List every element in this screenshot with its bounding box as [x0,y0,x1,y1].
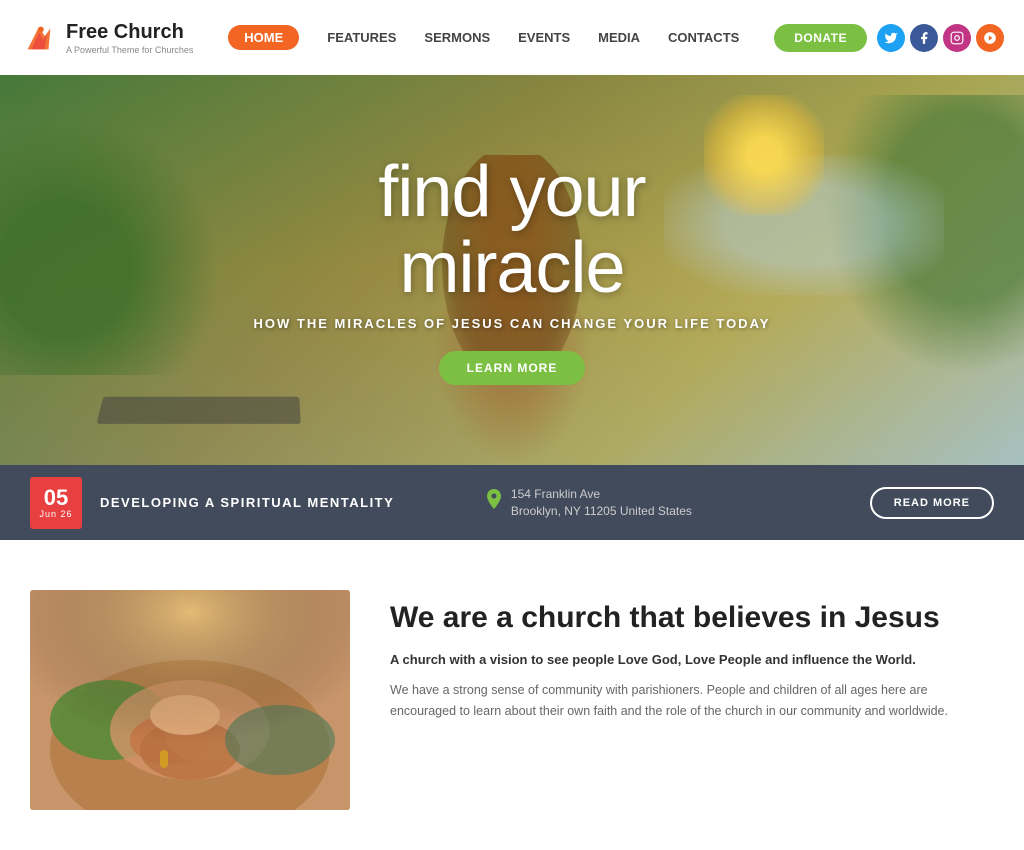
logo-icon [20,19,58,57]
about-image [30,590,350,810]
hero-subtitle: HOW THE MIRACLES OF JESUS CAN CHANGE YOU… [254,316,771,331]
about-section: We are a church that believes in Jesus A… [0,540,1024,850]
about-heading: We are a church that believes in Jesus [390,600,994,636]
nav-events[interactable]: EVENTS [518,26,570,49]
event-location: 154 Franklin Ave Brooklyn, NY 11205 Unit… [485,486,870,520]
learn-more-button[interactable]: LEARN MORE [439,351,586,385]
read-more-button[interactable]: READ MORE [870,487,994,519]
twitter-icon[interactable] [877,24,905,52]
nav-media[interactable]: MEDIA [598,26,640,49]
nav-features[interactable]: FEATURES [327,26,396,49]
about-body-text: We have a strong sense of community with… [390,680,994,723]
hero-section: find your miracle HOW THE MIRACLES OF JE… [0,75,1024,465]
nav-contacts[interactable]: CONTACTS [668,26,739,49]
event-day: 05 [44,487,68,509]
extra-social-icon[interactable] [976,24,1004,52]
instagram-icon[interactable] [943,24,971,52]
logo[interactable]: Free Church A Powerful Theme for Churche… [20,19,193,57]
nav-home[interactable]: HOME [228,25,299,50]
event-date-box: 05 Jun 26 [30,477,82,529]
hero-grass [0,115,220,375]
about-text: We are a church that believes in Jesus A… [390,590,994,722]
logo-title: Free Church [66,21,193,43]
site-header: Free Church A Powerful Theme for Churche… [0,0,1024,75]
hero-content: find your miracle HOW THE MIRACLES OF JE… [234,155,791,385]
event-title: DEVELOPING A SPIRITUAL MENTALITY [100,495,485,510]
logo-text: Free Church A Powerful Theme for Churche… [66,21,193,55]
location-icon [485,489,503,516]
event-month: Jun 26 [39,509,72,519]
donate-button[interactable]: DONATE [774,24,867,52]
event-bar: 05 Jun 26 DEVELOPING A SPIRITUAL MENTALI… [0,465,1024,540]
logo-subtitle: A Powerful Theme for Churches [66,45,193,55]
nav-sermons[interactable]: SERMONS [424,26,490,49]
hero-title: find your miracle [254,155,771,306]
hands-svg [30,590,350,810]
about-bold-text: A church with a vision to see people Lov… [390,650,994,670]
header-right: DONATE [774,24,1004,52]
hero-road [97,397,301,424]
main-nav: HOME FEATURES SERMONS EVENTS MEDIA CONTA… [228,25,739,50]
event-location-text: 154 Franklin Ave Brooklyn, NY 11205 Unit… [511,486,692,520]
about-image-bg [30,590,350,810]
social-icons [877,24,1004,52]
facebook-icon[interactable] [910,24,938,52]
